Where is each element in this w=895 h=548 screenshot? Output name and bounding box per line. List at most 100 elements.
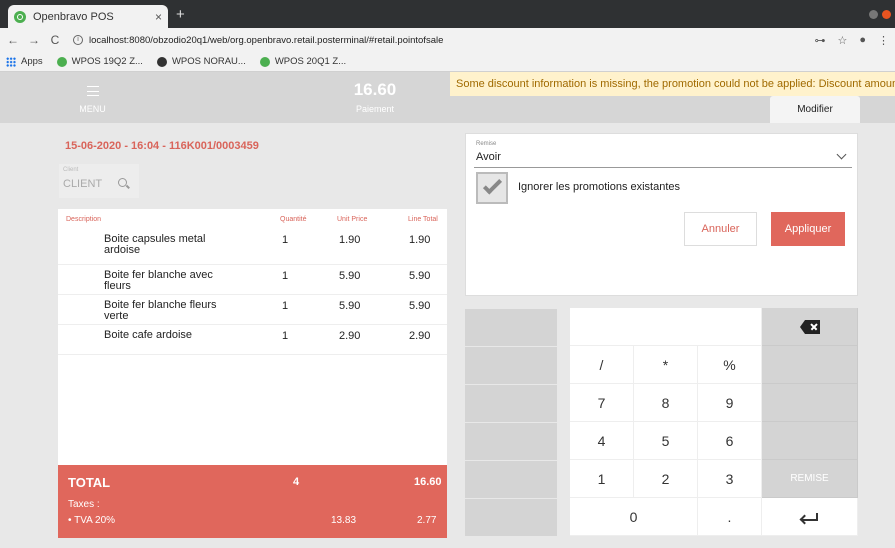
line-qty: 1 — [282, 234, 289, 246]
info-icon[interactable]: i — [73, 35, 83, 45]
backspace-icon — [800, 320, 820, 334]
line-unit-price: 5.90 — [339, 300, 361, 312]
line-qty: 1 — [282, 300, 289, 312]
hamburger-icon — [87, 86, 99, 96]
key-8[interactable]: 8 — [634, 384, 698, 422]
key-5[interactable]: 5 — [634, 422, 698, 460]
key-9[interactable]: 9 — [698, 384, 762, 422]
side-button[interactable] — [465, 461, 557, 498]
bookmarks-bar: Apps WPOS 19Q2 Z... WPOS NORAU... WPOS 2… — [0, 52, 895, 72]
chevron-down-icon[interactable] — [836, 149, 847, 160]
close-window-icon[interactable] — [882, 10, 891, 19]
cancel-button[interactable]: Annuler — [684, 212, 757, 246]
bookmark-apps[interactable]: Apps — [6, 56, 43, 67]
totals-panel[interactable]: TOTAL 4 16.60 Taxes : • TVA 20% 13.83 2.… — [58, 465, 447, 538]
key-4[interactable]: 4 — [570, 422, 634, 460]
taxes-label: Taxes : — [68, 499, 100, 510]
header-unit-price: Unit Price — [337, 216, 368, 223]
line-total: 5.90 — [409, 300, 431, 312]
key-blank[interactable] — [762, 384, 858, 422]
key-blank[interactable] — [762, 346, 858, 384]
key-percent[interactable]: % — [698, 346, 762, 384]
client-search-field[interactable]: Client CLIENT — [59, 164, 139, 198]
side-button[interactable] — [465, 347, 557, 384]
key-7[interactable]: 7 — [570, 384, 634, 422]
side-button[interactable] — [465, 499, 557, 536]
payment-button[interactable]: 16.60 Paiement — [300, 72, 450, 123]
bookmark-label: WPOS 20Q1 Z... — [274, 56, 347, 67]
side-button[interactable] — [465, 423, 557, 460]
client-caption: Client — [63, 167, 79, 173]
table-row[interactable]: Boite cafe ardoise 1 2.90 2.90 — [58, 325, 447, 355]
warning-banner: Some discount information is missing, th… — [450, 72, 895, 96]
bookmark-wpos-norau[interactable]: WPOS NORAU... — [156, 56, 246, 67]
line-qty: 1 — [282, 330, 289, 342]
browser-tab[interactable]: Openbravo POS × — [8, 5, 168, 28]
key-icon[interactable]: ⊶ — [814, 34, 825, 47]
remise-button[interactable]: REMISE — [762, 460, 858, 498]
search-icon[interactable] — [118, 178, 127, 187]
window-controls — [869, 10, 891, 19]
key-2[interactable]: 2 — [634, 460, 698, 498]
side-button[interactable] — [465, 309, 557, 346]
url-field[interactable]: i localhost:8080/obzodio20q1/web/org.ope… — [73, 35, 443, 46]
line-unit-price: 1.90 — [339, 234, 361, 246]
bookmark-label: WPOS 19Q2 Z... — [71, 56, 143, 67]
globe-icon — [156, 56, 167, 67]
table-row[interactable]: Boite fer blanche fleurs verte 1 5.90 5.… — [58, 295, 447, 325]
key-1[interactable]: 1 — [570, 460, 634, 498]
apply-button[interactable]: Appliquer — [771, 212, 845, 246]
tax-amount: 2.77 — [417, 515, 437, 526]
menu-button[interactable]: MENU — [0, 72, 185, 123]
side-button-column — [465, 309, 557, 536]
key-dot[interactable]: . — [698, 498, 762, 536]
forward-button[interactable]: → — [26, 33, 42, 47]
header-qty: Quantité — [280, 216, 307, 223]
ignore-promotions-checkbox[interactable] — [476, 172, 508, 204]
enter-button[interactable] — [762, 498, 858, 536]
star-icon[interactable]: ☆ — [837, 34, 847, 47]
remise-caption: Remise — [476, 141, 497, 147]
more-menu-icon[interactable]: ⋮ — [878, 34, 889, 47]
order-lines-table: Description Quantité Unit Price Line Tot… — [58, 209, 447, 465]
backspace-button[interactable] — [762, 308, 858, 346]
key-blank[interactable] — [762, 422, 858, 460]
pos-toolbar: MENU 16.60 Paiement Some discount inform… — [0, 72, 895, 123]
reload-button[interactable]: C — [47, 33, 63, 47]
minimize-icon[interactable] — [869, 10, 878, 19]
table-row[interactable]: Boite fer blanche avec fleurs 1 5.90 5.9… — [58, 265, 447, 295]
key-star[interactable]: * — [634, 346, 698, 384]
ticket-id: 15-06-2020 - 16:04 - 116K001/0003459 — [65, 140, 259, 152]
bookmark-label: Apps — [21, 56, 43, 67]
payment-label: Paiement — [355, 104, 395, 114]
tab-close-icon[interactable]: × — [155, 10, 162, 24]
enter-icon — [802, 513, 818, 521]
keypad-display — [570, 308, 762, 346]
header-line-total: Line Total — [408, 216, 438, 223]
back-button[interactable]: ← — [5, 33, 21, 47]
side-button[interactable] — [465, 385, 557, 422]
total-label: TOTAL — [68, 475, 111, 490]
line-description: Boite fer blanche avec fleurs — [104, 269, 213, 292]
line-description: Boite cafe ardoise — [104, 329, 193, 341]
key-6[interactable]: 6 — [698, 422, 762, 460]
bookmark-wpos-20q1[interactable]: WPOS 20Q1 Z... — [259, 56, 347, 67]
client-label: CLIENT — [63, 178, 103, 190]
address-bar: ← → C i localhost:8080/obzodio20q1/web/o… — [0, 28, 895, 52]
openbravo-favicon-icon — [56, 56, 67, 67]
key-3[interactable]: 3 — [698, 460, 762, 498]
discount-select[interactable]: Avoir — [476, 151, 501, 163]
payment-amount: 16.60 — [353, 80, 397, 99]
table-row[interactable]: Boite capsules metal ardoise 1 1.90 1.90 — [58, 229, 447, 265]
tab-title: Openbravo POS — [33, 10, 114, 23]
new-tab-button[interactable]: + — [176, 6, 185, 23]
url-text[interactable]: localhost:8080/obzodio20q1/web/org.openb… — [89, 35, 443, 46]
key-0[interactable]: 0 — [570, 498, 698, 536]
key-slash[interactable]: / — [570, 346, 634, 384]
numeric-keypad: / * % 7 8 9 4 5 6 1 2 3 REMISE 0 . — [570, 308, 858, 536]
account-icon[interactable]: ● — [859, 34, 866, 46]
bookmark-wpos-19q2[interactable]: WPOS 19Q2 Z... — [56, 56, 143, 67]
tab-modifier[interactable]: Modifier — [770, 96, 860, 123]
openbravo-favicon-icon — [14, 10, 26, 23]
select-underline — [474, 167, 852, 168]
